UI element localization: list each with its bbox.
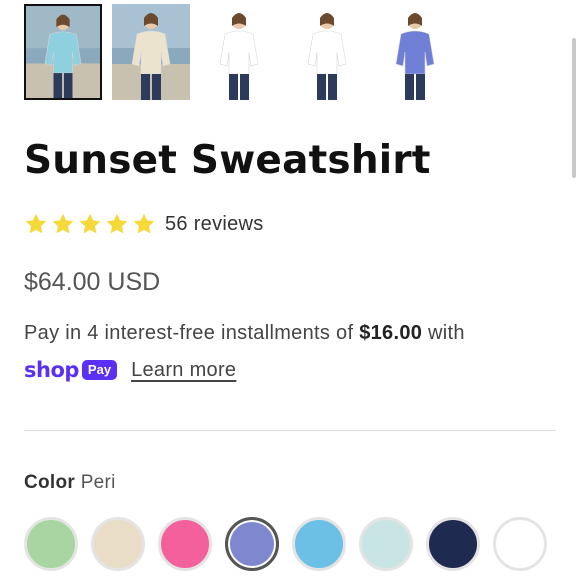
thumbnail-aqua-beach[interactable] — [24, 4, 102, 100]
star-icon — [78, 212, 102, 236]
thumbnail-white-front[interactable] — [200, 4, 278, 100]
divider — [24, 430, 556, 431]
scrollbar[interactable] — [572, 38, 576, 178]
thumbnail-cream-beach[interactable] — [112, 4, 190, 100]
model-image — [112, 4, 190, 100]
thumbnail-peri-front[interactable] — [376, 4, 454, 100]
learn-more-link[interactable]: Learn more — [131, 359, 236, 382]
swatch-green[interactable] — [24, 517, 78, 571]
swatch-sky-blue[interactable] — [292, 517, 346, 571]
star-icon — [51, 212, 75, 236]
product-title: Sunset Sweatshirt — [24, 138, 431, 183]
swatch-peri[interactable] — [225, 517, 279, 571]
selected-color-value: Peri — [80, 472, 116, 493]
installments-prefix: Pay in 4 interest-free installments of — [24, 322, 360, 344]
swatch-light-aqua[interactable] — [359, 517, 413, 571]
model-image — [200, 4, 278, 100]
swatch-cream[interactable] — [91, 517, 145, 571]
swatch-pink[interactable] — [158, 517, 212, 571]
price: $64.00 USD — [24, 268, 161, 296]
swatch-navy[interactable] — [426, 517, 480, 571]
shop-pay-badge: Pay — [81, 360, 118, 380]
installment-amount: $16.00 — [359, 322, 423, 344]
star-icon — [24, 212, 48, 236]
star-icon — [132, 212, 156, 236]
color-swatches — [24, 517, 547, 571]
model-image — [288, 4, 366, 100]
thumbnail-white-back[interactable] — [288, 4, 366, 100]
shop-pay-logo: shop — [24, 358, 79, 382]
model-image — [376, 4, 454, 100]
color-label: Color Peri — [24, 472, 116, 494]
rating-row: 56 reviews — [24, 212, 264, 236]
installments-suffix: with — [422, 322, 465, 344]
thumbnail-strip — [24, 4, 454, 100]
swatch-white[interactable] — [493, 517, 547, 571]
star-rating — [24, 212, 159, 236]
model-image — [26, 6, 100, 98]
star-icon — [105, 212, 129, 236]
color-label-key: Color — [24, 472, 76, 493]
installments-text: Pay in 4 interest-free installments of $… — [24, 322, 465, 345]
reviews-link[interactable]: 56 reviews — [165, 213, 264, 236]
shop-pay-row: shop Pay Learn more — [24, 358, 236, 382]
